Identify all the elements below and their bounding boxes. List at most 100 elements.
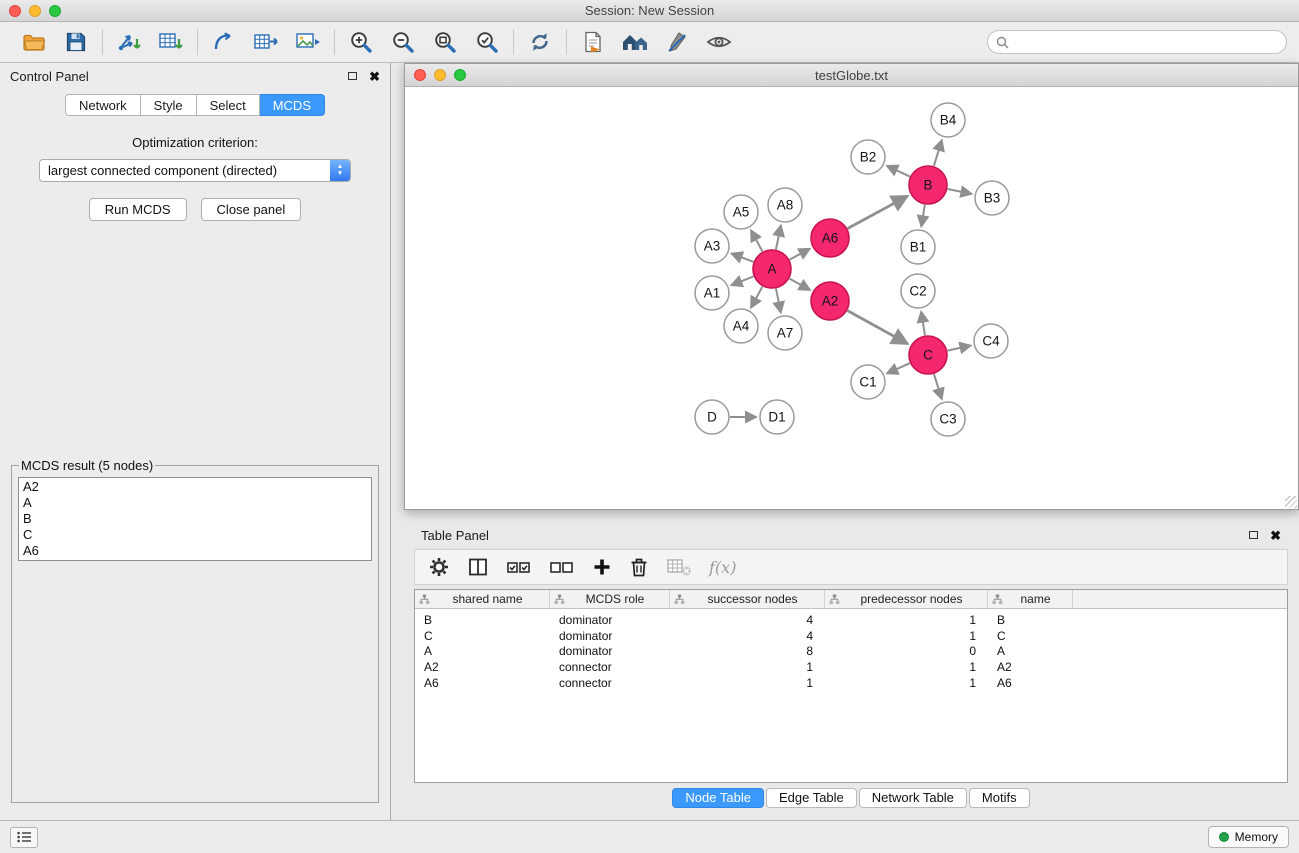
node-B[interactable]: B bbox=[909, 166, 947, 204]
cell-mcds-role[interactable]: connector bbox=[550, 676, 670, 690]
cell-name[interactable]: A2 bbox=[988, 660, 1073, 674]
cell-shared-name[interactable]: B bbox=[415, 613, 550, 627]
close-panel-button[interactable]: Close panel bbox=[201, 198, 302, 221]
export-network-icon[interactable] bbox=[210, 28, 238, 56]
cell-successor-nodes[interactable]: 4 bbox=[670, 629, 825, 643]
delete-row-icon[interactable] bbox=[629, 556, 649, 578]
network-minimize-button[interactable] bbox=[434, 69, 446, 81]
deselect-all-icon[interactable] bbox=[549, 556, 575, 578]
table-row[interactable]: Adominator80A bbox=[415, 644, 1287, 660]
edge-C-C4[interactable] bbox=[948, 346, 971, 351]
tab-network-table[interactable]: Network Table bbox=[859, 788, 967, 808]
import-network-icon[interactable] bbox=[115, 28, 143, 56]
cell-predecessor-nodes[interactable]: 1 bbox=[825, 660, 988, 674]
tab-select[interactable]: Select bbox=[197, 94, 260, 116]
node-A1[interactable]: A1 bbox=[695, 276, 729, 310]
delete-table-icon[interactable] bbox=[666, 556, 692, 578]
open-browser-icon[interactable] bbox=[579, 28, 607, 56]
cell-predecessor-nodes[interactable]: 1 bbox=[825, 629, 988, 643]
zoom-selected-icon[interactable] bbox=[473, 28, 501, 56]
tab-network[interactable]: Network bbox=[65, 94, 141, 116]
panel-selector-button[interactable] bbox=[10, 827, 38, 848]
zoom-fit-icon[interactable] bbox=[431, 28, 459, 56]
result-item[interactable]: C bbox=[23, 527, 367, 543]
add-row-icon[interactable] bbox=[592, 557, 612, 577]
cell-shared-name[interactable]: A6 bbox=[415, 676, 550, 690]
result-item[interactable]: A2 bbox=[23, 479, 367, 495]
cell-mcds-role[interactable]: dominator bbox=[550, 629, 670, 643]
cell-predecessor-nodes[interactable]: 0 bbox=[825, 644, 988, 658]
close-table-panel-icon[interactable]: ✖ bbox=[1270, 529, 1281, 542]
import-table-icon[interactable] bbox=[157, 28, 185, 56]
show-hide-icon[interactable] bbox=[705, 28, 733, 56]
fx-button[interactable]: f(x) bbox=[709, 558, 736, 577]
edge-A-A7[interactable] bbox=[776, 289, 781, 313]
annotation-pen-icon[interactable] bbox=[663, 28, 691, 56]
edge-A-A4[interactable] bbox=[751, 287, 762, 308]
node-A[interactable]: A bbox=[753, 250, 791, 288]
zoom-out-icon[interactable] bbox=[389, 28, 417, 56]
resize-grip[interactable] bbox=[1285, 496, 1297, 508]
node-A7[interactable]: A7 bbox=[768, 316, 802, 350]
table-settings-icon[interactable] bbox=[428, 556, 450, 578]
zoom-in-icon[interactable] bbox=[347, 28, 375, 56]
column-header-name[interactable]: name bbox=[988, 590, 1073, 608]
cell-name[interactable]: A6 bbox=[988, 676, 1073, 690]
node-A4[interactable]: A4 bbox=[724, 309, 758, 343]
tab-edge-table[interactable]: Edge Table bbox=[766, 788, 857, 808]
node-A2[interactable]: A2 bbox=[811, 282, 849, 320]
edge-A-A6[interactable] bbox=[790, 249, 810, 260]
criterion-dropdown[interactable]: largest connected component (directed) ▲… bbox=[39, 159, 351, 182]
mcds-result-list[interactable]: A2ABCA6 bbox=[18, 477, 372, 561]
edge-B-B2[interactable] bbox=[887, 166, 910, 177]
edge-A-A8[interactable] bbox=[776, 226, 781, 250]
run-mcds-button[interactable]: Run MCDS bbox=[89, 198, 187, 221]
tab-node-table[interactable]: Node Table bbox=[672, 788, 764, 808]
node-C1[interactable]: C1 bbox=[851, 365, 885, 399]
network-zoom-button[interactable] bbox=[454, 69, 466, 81]
close-panel-icon[interactable]: ✖ bbox=[369, 70, 380, 83]
edge-C-C3[interactable] bbox=[934, 374, 942, 399]
node-C3[interactable]: C3 bbox=[931, 402, 965, 436]
table-row[interactable]: Cdominator41C bbox=[415, 628, 1287, 644]
cell-mcds-role[interactable]: dominator bbox=[550, 613, 670, 627]
home-icon[interactable] bbox=[621, 28, 649, 56]
cell-predecessor-nodes[interactable]: 1 bbox=[825, 676, 988, 690]
node-C[interactable]: C bbox=[909, 336, 947, 374]
edge-B-B3[interactable] bbox=[948, 189, 972, 194]
cell-successor-nodes[interactable]: 4 bbox=[670, 613, 825, 627]
node-A3[interactable]: A3 bbox=[695, 229, 729, 263]
zoom-window-button[interactable] bbox=[49, 5, 61, 17]
minimize-window-button[interactable] bbox=[29, 5, 41, 17]
cell-shared-name[interactable]: C bbox=[415, 629, 550, 643]
edge-B-B4[interactable] bbox=[934, 140, 942, 166]
cell-name[interactable]: A bbox=[988, 644, 1073, 658]
network-close-button[interactable] bbox=[414, 69, 426, 81]
node-B2[interactable]: B2 bbox=[851, 140, 885, 174]
cell-shared-name[interactable]: A2 bbox=[415, 660, 550, 674]
cell-mcds-role[interactable]: connector bbox=[550, 660, 670, 674]
result-item[interactable]: A6 bbox=[23, 543, 367, 559]
edge-A-A5[interactable] bbox=[751, 230, 762, 251]
node-B1[interactable]: B1 bbox=[901, 230, 935, 264]
float-table-panel-icon[interactable] bbox=[1249, 531, 1258, 539]
open-file-icon[interactable] bbox=[20, 28, 48, 56]
export-table-icon[interactable] bbox=[252, 28, 280, 56]
edge-C-C2[interactable] bbox=[921, 312, 925, 335]
search-input[interactable] bbox=[987, 30, 1287, 54]
edge-A-A1[interactable] bbox=[731, 276, 753, 285]
column-header-successor-nodes[interactable]: successor nodes bbox=[670, 590, 825, 608]
select-all-icon[interactable] bbox=[506, 556, 532, 578]
close-window-button[interactable] bbox=[9, 5, 21, 17]
cell-shared-name[interactable]: A bbox=[415, 644, 550, 658]
cell-predecessor-nodes[interactable]: 1 bbox=[825, 613, 988, 627]
column-header-mcds-role[interactable]: MCDS role bbox=[550, 590, 670, 608]
column-header-shared-name[interactable]: shared name bbox=[415, 590, 550, 608]
cell-successor-nodes[interactable]: 1 bbox=[670, 660, 825, 674]
memory-button[interactable]: Memory bbox=[1208, 826, 1289, 848]
node-B4[interactable]: B4 bbox=[931, 103, 965, 137]
column-header-predecessor-nodes[interactable]: predecessor nodes bbox=[825, 590, 988, 608]
edge-A6-B[interactable] bbox=[848, 196, 907, 228]
node-D1[interactable]: D1 bbox=[760, 400, 794, 434]
edge-A-A2[interactable] bbox=[790, 279, 810, 290]
